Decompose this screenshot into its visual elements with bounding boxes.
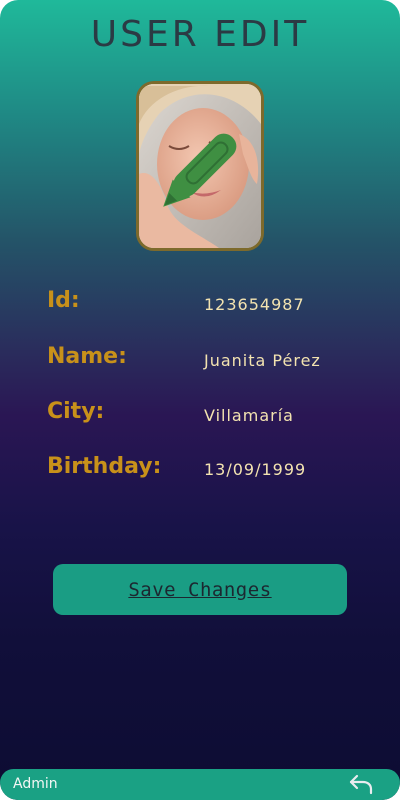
name-value[interactable]: Juanita Pérez: [204, 351, 321, 370]
city-label: City:: [47, 399, 105, 424]
birthday-label: Birthday:: [47, 454, 162, 479]
birthday-value[interactable]: 13/09/1999: [204, 460, 306, 479]
user-edit-screen: USER EDIT Id: 123654987 Name: Juanita Pé…: [0, 0, 400, 800]
undo-arrow-icon[interactable]: [348, 773, 374, 795]
footer-bar: Admin: [0, 769, 400, 800]
save-changes-label: Save Changes: [128, 578, 272, 601]
save-changes-button[interactable]: Save Changes: [53, 564, 347, 615]
id-label: Id:: [47, 288, 80, 313]
edit-pencil-icon[interactable]: [150, 125, 245, 220]
page-title: USER EDIT: [90, 14, 310, 55]
name-label: Name:: [47, 344, 127, 369]
city-value[interactable]: Villamaría: [204, 406, 294, 425]
footer-username: Admin: [13, 776, 58, 792]
id-value[interactable]: 123654987: [204, 295, 305, 314]
